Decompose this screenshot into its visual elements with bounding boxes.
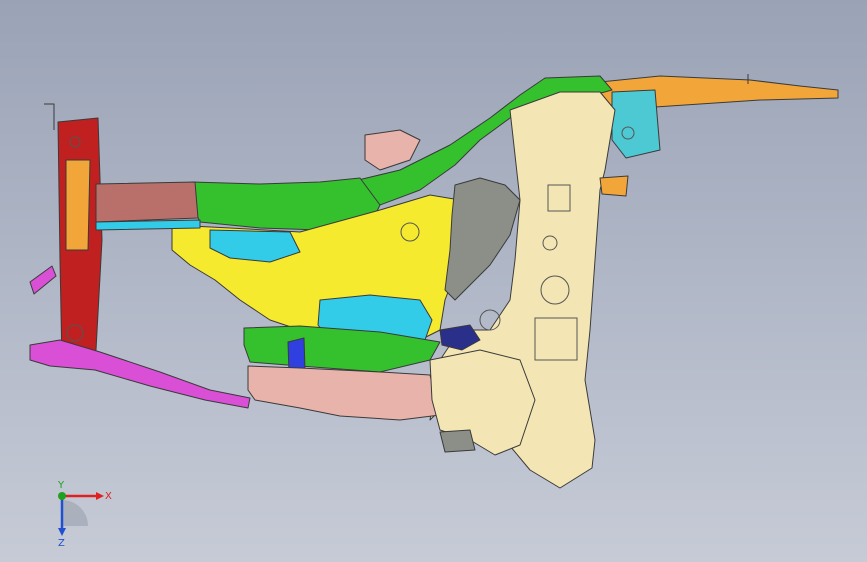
- pink-rocker-sill: [247, 365, 441, 421]
- wire-bracket: [44, 103, 55, 130]
- z-axis-label: Z: [58, 538, 65, 548]
- z-axis-arrow: [58, 528, 66, 536]
- y-axis-label: Y: [57, 480, 65, 491]
- triad-quadrant-shadow: [62, 500, 88, 526]
- orange-front-bracket: [65, 159, 91, 251]
- car-body-3d-model[interactable]: [0, 0, 867, 562]
- cyan-lower-beam: [95, 219, 201, 231]
- y-axis-dot: [58, 492, 66, 500]
- cad-viewport[interactable]: X Y Z: [0, 0, 867, 562]
- gray-wheelhouse: [444, 177, 521, 301]
- brown-cross-beam: [95, 181, 199, 223]
- orange-rear-bracket: [599, 175, 629, 197]
- x-axis-arrow: [96, 492, 104, 500]
- magenta-tab: [29, 265, 57, 295]
- gray-floor-bracket: [439, 429, 476, 453]
- coordinate-triad: X Y Z: [57, 480, 112, 548]
- magenta-lower-arm: [29, 339, 251, 409]
- cyan-bracket: [611, 89, 661, 159]
- x-axis-label: X: [105, 491, 112, 502]
